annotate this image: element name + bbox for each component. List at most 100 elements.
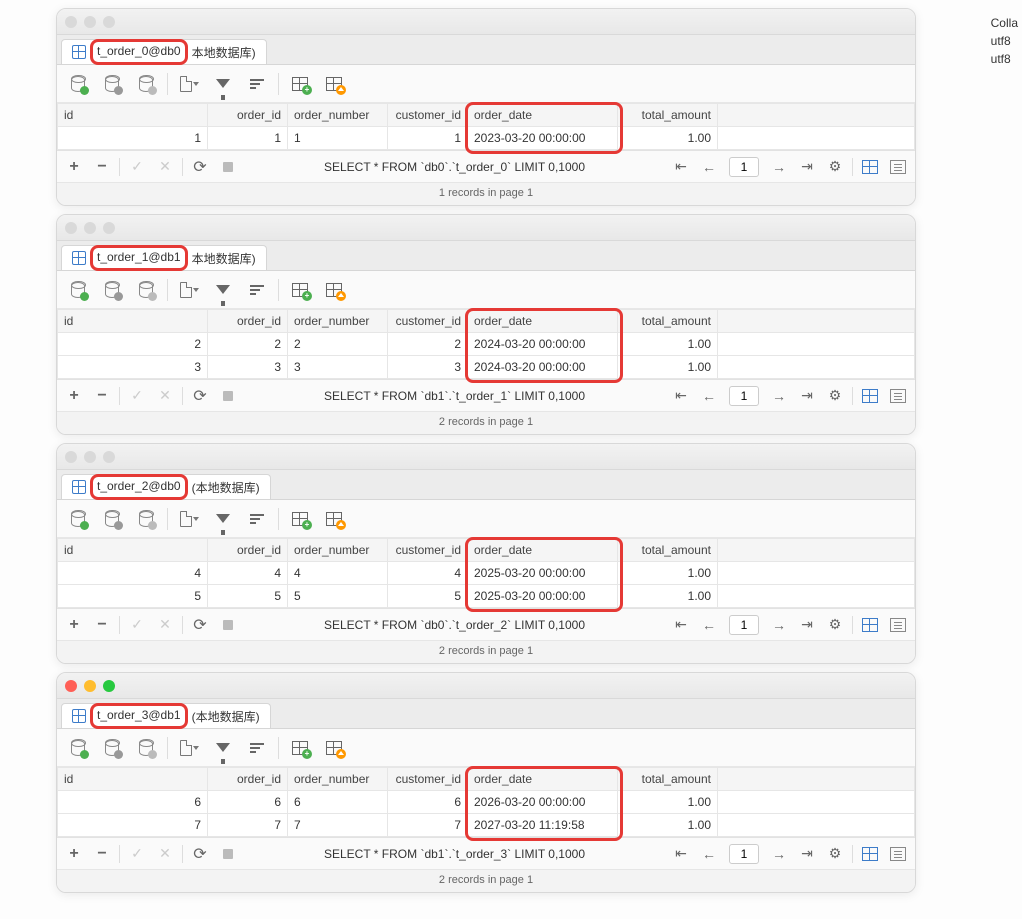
window-titlebar[interactable] (57, 9, 915, 35)
add-table-button[interactable]: + (287, 735, 313, 761)
cell-order_date[interactable]: 2024-03-20 00:00:00 (468, 356, 618, 379)
stop-button[interactable] (217, 385, 239, 407)
next-page-button[interactable] (768, 843, 790, 865)
export-button[interactable] (176, 735, 202, 761)
col-customer-id[interactable]: customer_id (388, 310, 468, 333)
cell-customer_id[interactable]: 3 (388, 356, 468, 379)
refresh-button[interactable] (189, 614, 211, 636)
minimize-dot[interactable] (84, 16, 96, 28)
apply-button[interactable] (126, 156, 148, 178)
table-row[interactable]: 22222024-03-20 00:00:001.00 (58, 333, 915, 356)
zoom-dot[interactable] (103, 16, 115, 28)
cell-order_id[interactable]: 2 (208, 333, 288, 356)
minimize-dot[interactable] (84, 451, 96, 463)
last-page-button[interactable] (796, 156, 818, 178)
filter-button[interactable] (210, 506, 236, 532)
cell-id[interactable]: 3 (58, 356, 208, 379)
table-row[interactable]: 44442025-03-20 00:00:001.00 (58, 562, 915, 585)
add-row-button[interactable] (63, 156, 85, 178)
col-customer-id[interactable]: customer_id (388, 768, 468, 791)
cell-total_amount[interactable]: 1.00 (618, 585, 718, 608)
col-order-number[interactable]: order_number (288, 104, 388, 127)
cell-order_id[interactable]: 4 (208, 562, 288, 585)
cell-total_amount[interactable]: 1.00 (618, 791, 718, 814)
col-order-id[interactable]: order_id (208, 768, 288, 791)
table-row[interactable]: 11112023-03-20 00:00:001.00 (58, 127, 915, 150)
col-order-number[interactable]: order_number (288, 539, 388, 562)
cell-id[interactable]: 5 (58, 585, 208, 608)
window-titlebar[interactable] (57, 215, 915, 241)
cell-total_amount[interactable]: 1.00 (618, 333, 718, 356)
settings-button[interactable] (824, 156, 846, 178)
zoom-dot[interactable] (103, 451, 115, 463)
refresh-button[interactable] (189, 385, 211, 407)
detail-view-button[interactable] (887, 614, 909, 636)
minimize-dot[interactable] (84, 222, 96, 234)
delete-row-button[interactable] (91, 614, 113, 636)
add-row-button[interactable] (63, 843, 85, 865)
col-customer-id[interactable]: customer_id (388, 104, 468, 127)
cell-id[interactable]: 4 (58, 562, 208, 585)
cell-order_number[interactable]: 1 (288, 127, 388, 150)
cell-order_number[interactable]: 7 (288, 814, 388, 837)
cell-order_number[interactable]: 6 (288, 791, 388, 814)
prev-page-button[interactable] (698, 156, 720, 178)
sort-button[interactable] (244, 71, 270, 97)
col-id[interactable]: id (58, 768, 208, 791)
db-commit-button[interactable] (65, 71, 91, 97)
col-order-date[interactable]: order_date (468, 539, 618, 562)
add-row-button[interactable] (63, 614, 85, 636)
last-page-button[interactable] (796, 614, 818, 636)
col-customer-id[interactable]: customer_id (388, 539, 468, 562)
table-row[interactable]: 33332024-03-20 00:00:001.00 (58, 356, 915, 379)
col-id[interactable]: id (58, 310, 208, 333)
cell-order_number[interactable]: 4 (288, 562, 388, 585)
db-pending-button[interactable] (133, 277, 159, 303)
col-id[interactable]: id (58, 539, 208, 562)
export-button[interactable] (176, 71, 202, 97)
table-row[interactable]: 66662026-03-20 00:00:001.00 (58, 791, 915, 814)
close-dot[interactable] (65, 680, 77, 692)
col-order-number[interactable]: order_number (288, 310, 388, 333)
col-order-id[interactable]: order_id (208, 539, 288, 562)
cell-order_date[interactable]: 2025-03-20 00:00:00 (468, 562, 618, 585)
table-row[interactable]: 55552025-03-20 00:00:001.00 (58, 585, 915, 608)
settings-button[interactable] (824, 614, 846, 636)
add-row-button[interactable] (63, 385, 85, 407)
col-order-date[interactable]: order_date (468, 768, 618, 791)
apply-button[interactable] (126, 614, 148, 636)
tab-active[interactable]: t_order_0@db0 本地数据库) (61, 39, 267, 64)
col-order-date[interactable]: order_date (468, 104, 618, 127)
last-page-button[interactable] (796, 843, 818, 865)
db-pending-button[interactable] (133, 735, 159, 761)
cell-customer_id[interactable]: 5 (388, 585, 468, 608)
first-page-button[interactable] (670, 156, 692, 178)
cell-order_id[interactable]: 5 (208, 585, 288, 608)
first-page-button[interactable] (670, 614, 692, 636)
filter-button[interactable] (210, 277, 236, 303)
grid-view-button[interactable] (859, 156, 881, 178)
cell-customer_id[interactable]: 7 (388, 814, 468, 837)
next-page-button[interactable] (768, 385, 790, 407)
cell-customer_id[interactable]: 1 (388, 127, 468, 150)
cell-id[interactable]: 7 (58, 814, 208, 837)
filter-button[interactable] (210, 735, 236, 761)
col-total-amount[interactable]: total_amount (618, 768, 718, 791)
col-total-amount[interactable]: total_amount (618, 104, 718, 127)
tab-active[interactable]: t_order_3@db1 (本地数据库) (61, 703, 271, 728)
db-rollback-button[interactable] (99, 506, 125, 532)
sort-button[interactable] (244, 506, 270, 532)
page-number-input[interactable] (729, 386, 759, 406)
cell-order_number[interactable]: 3 (288, 356, 388, 379)
apply-button[interactable] (126, 385, 148, 407)
col-order-id[interactable]: order_id (208, 104, 288, 127)
export-table-button[interactable] (321, 277, 347, 303)
data-grid[interactable]: id order_id order_number customer_id ord… (57, 309, 915, 379)
table-row[interactable]: 77772027-03-20 11:19:581.00 (58, 814, 915, 837)
cell-customer_id[interactable]: 2 (388, 333, 468, 356)
cell-order_date[interactable]: 2027-03-20 11:19:58 (468, 814, 618, 837)
db-rollback-button[interactable] (99, 277, 125, 303)
window-titlebar[interactable] (57, 673, 915, 699)
cancel-button[interactable] (154, 614, 176, 636)
grid-view-button[interactable] (859, 843, 881, 865)
